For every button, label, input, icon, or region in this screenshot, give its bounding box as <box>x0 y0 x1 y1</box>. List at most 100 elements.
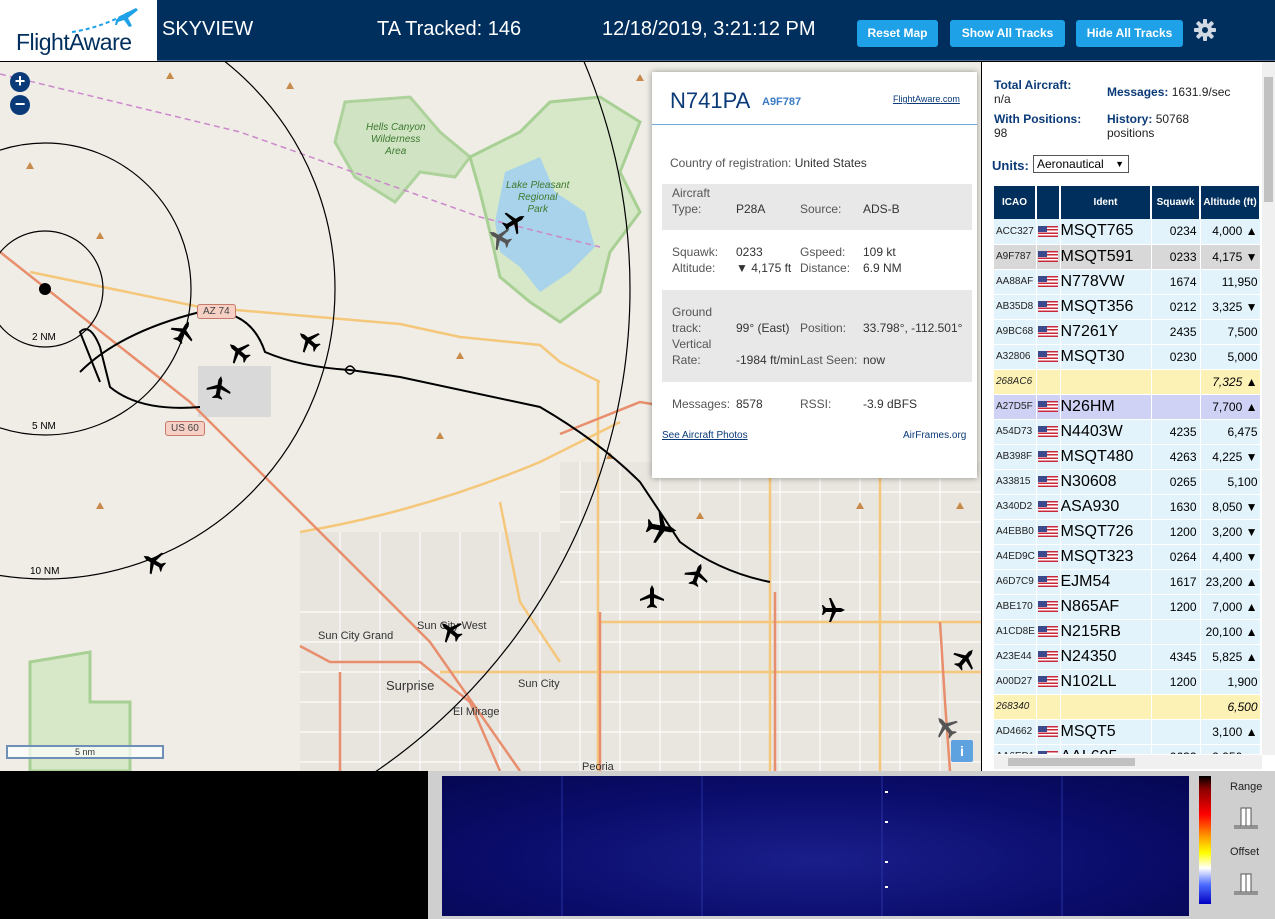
table-row[interactable]: 268AC6 7,325 ▲ <box>994 369 1260 395</box>
icao-cell: AD4662 <box>994 719 1037 745</box>
table-row[interactable]: A27D5F N26HM 7,700 ▲ <box>994 394 1260 420</box>
squawk-cell: 4235 <box>1151 419 1201 445</box>
us-flag-icon <box>1038 475 1058 487</box>
squawk-cell: 4263 <box>1151 444 1201 470</box>
icao-cell: A23E44 <box>994 644 1037 670</box>
country-label: Country of registration: United States <box>670 156 867 170</box>
table-row[interactable]: A4ED9C MSQT323 0264 4,400 ▼ <box>994 544 1260 570</box>
aircraft-list-panel: Total Aircraft: n/a Messages: 1631.9/sec … <box>982 62 1275 771</box>
messages-stat: Messages: 1631.9/sec <box>1107 85 1231 99</box>
panel-vertical-scrollbar[interactable] <box>1262 62 1275 755</box>
squawk-cell: 1674 <box>1151 269 1201 295</box>
ident-cell: N865AF <box>1060 594 1152 620</box>
altitude-cell: 7,325 ▲ <box>1200 369 1260 395</box>
squawk-cell: 0234 <box>1151 219 1201 245</box>
icao-cell: 268340 <box>994 694 1037 720</box>
squawk-cell: 4345 <box>1151 644 1201 670</box>
icao-cell: 268AC6 <box>994 369 1037 395</box>
history-stat: History: 50768 positions <box>1107 112 1190 140</box>
table-row[interactable]: AA6ED1 AAL69506329,950 ▼ <box>994 744 1260 754</box>
table-row[interactable]: A00D27 N102LL 1200 1,900 <box>994 669 1260 695</box>
icao-cell: A4ED9C <box>994 544 1037 570</box>
scrollbar-thumb[interactable] <box>1008 758 1135 766</box>
airplane-icon[interactable] <box>167 315 200 348</box>
table-row[interactable]: AB35D8 MSQT356 0212 3,325 ▼ <box>994 294 1260 320</box>
scrollbar-thumb[interactable] <box>1264 77 1273 202</box>
airplane-icon[interactable] <box>205 374 233 401</box>
us-flag-icon <box>1038 550 1058 562</box>
col-header-ident[interactable]: Ident <box>1060 186 1152 219</box>
col-header-altitude[interactable]: Altitude (ft) <box>1200 186 1260 219</box>
flightaware-link[interactable]: FlightAware.com <box>893 94 960 104</box>
airplane-icon[interactable] <box>137 545 170 578</box>
icao-cell: A00D27 <box>994 669 1037 695</box>
ident-cell: N7261Y <box>1060 319 1152 345</box>
with-positions-stat: With Positions: 98 <box>994 112 1082 140</box>
popup-hex: A9F787 <box>762 96 802 108</box>
altitude-cell: 6,475 <box>1200 419 1260 445</box>
flag-cell <box>1036 544 1061 570</box>
offset-slider-handle[interactable] <box>1232 872 1260 898</box>
info-icon[interactable]: i <box>951 740 973 762</box>
table-row[interactable]: AA88AF N778VW 1674 11,950 <box>994 269 1260 295</box>
squawk-cell: 0212 <box>1151 294 1201 320</box>
ident-cell: AAL695 <box>1060 744 1152 754</box>
airplane-icon[interactable] <box>681 559 713 590</box>
squawk-cell: 1617 <box>1151 569 1201 595</box>
table-row[interactable]: A4EBB0 MSQT726 1200 3,200 ▼ <box>994 519 1260 545</box>
airplane-icon[interactable] <box>640 585 664 608</box>
table-row[interactable]: AB398F MSQT480 4263 4,225 ▼ <box>994 444 1260 470</box>
aircraft-photos-link[interactable]: See Aircraft Photos <box>662 430 748 441</box>
squawk-cell: 0632 <box>1151 744 1201 754</box>
table-row[interactable]: A23E44 N24350 4345 5,825 ▲ <box>994 644 1260 670</box>
hide-all-tracks-button[interactable]: Hide All Tracks <box>1076 20 1183 47</box>
show-all-tracks-button[interactable]: Show All Tracks <box>950 20 1065 47</box>
flag-cell <box>1036 694 1061 720</box>
messages-label: Messages: <box>672 397 731 411</box>
airplane-icon[interactable] <box>483 221 516 254</box>
popup-callsign: N741PA <box>670 88 751 113</box>
panel-horizontal-scrollbar[interactable] <box>994 755 1262 769</box>
airplane-icon[interactable] <box>292 324 326 358</box>
table-row[interactable]: ABE170 N865AF 1200 7,000 ▲ <box>994 594 1260 620</box>
gspeed-label: Gspeed: <box>800 245 846 259</box>
col-header-squawk[interactable]: Squawk <box>1151 186 1201 219</box>
tracked-count: TA Tracked: 146 <box>377 18 522 40</box>
table-row[interactable]: A340D2 ASA930 1630 8,050 ▼ <box>994 494 1260 520</box>
range-slider-handle[interactable] <box>1232 806 1260 832</box>
col-header-icao[interactable]: ICAO <box>994 186 1037 219</box>
table-row[interactable]: AD4662 MSQT5 3,100 ▲ <box>994 719 1260 745</box>
airplane-icon[interactable] <box>948 642 981 676</box>
col-header-flag[interactable] <box>1036 186 1061 219</box>
table-row[interactable]: A9BC68 N7261Y 2435 7,500 <box>994 319 1260 345</box>
waterfall-noise <box>561 776 1063 916</box>
us-flag-icon <box>1038 500 1058 512</box>
airframes-link[interactable]: AirFrames.org <box>903 430 966 441</box>
rssi-value: -3.9 dBFS <box>863 397 918 411</box>
airplane-icon[interactable] <box>929 710 963 744</box>
table-row[interactable]: 268340 6,500 <box>994 694 1260 720</box>
distance-label: Distance: <box>800 261 851 275</box>
table-row[interactable]: ACC327 MSQT765 0234 4,000 ▲ <box>994 219 1260 245</box>
selected-airplane-icon[interactable] <box>644 510 680 547</box>
table-row[interactable]: A32806 MSQT30 0230 5,000 <box>994 344 1260 370</box>
ident-cell: MSQT591 <box>1060 244 1152 270</box>
table-row[interactable]: A6D7C9 EJM54 1617 23,200 ▲ <box>994 569 1260 595</box>
altitude-cell: 4,000 ▲ <box>1200 219 1260 245</box>
table-row[interactable]: A54D73 N4403W 4235 6,475 <box>994 419 1260 445</box>
flightaware-logo[interactable]: FlightAware <box>0 0 157 61</box>
reset-map-button[interactable]: Reset Map <box>857 20 938 47</box>
airplane-icon[interactable] <box>434 614 468 648</box>
gear-icon[interactable] <box>1193 18 1217 42</box>
table-row[interactable]: A9F787 MSQT591 0233 4,175 ▼ <box>994 244 1260 270</box>
units-select[interactable]: Aeronautical ▼ <box>1033 155 1129 173</box>
airplane-icon[interactable] <box>222 335 256 369</box>
table-row[interactable]: A1CD8E N215RB 20,100 ▲ <box>994 619 1260 645</box>
aircraft-table-container[interactable]: ICAO Ident Squawk Altitude (ft) ACC327 MS… <box>994 186 1260 754</box>
icao-cell: AB35D8 <box>994 294 1037 320</box>
altitude-cell: 9,950 ▼ <box>1200 744 1260 754</box>
flag-cell <box>1036 669 1061 695</box>
table-row[interactable]: A33815 N30608 0265 5,100 <box>994 469 1260 495</box>
altitude-cell: 4,400 ▼ <box>1200 544 1260 570</box>
airplane-icon[interactable] <box>822 598 845 622</box>
